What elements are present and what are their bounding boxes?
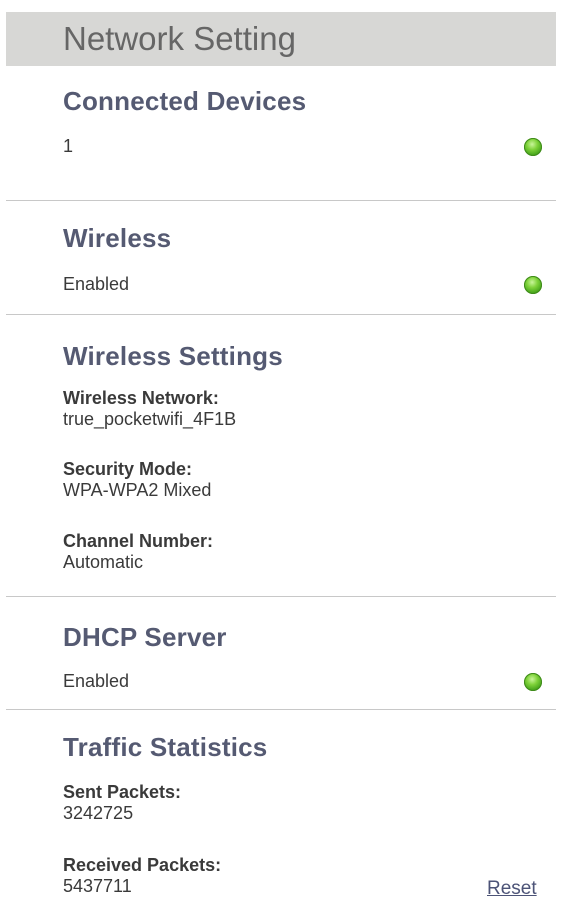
security-mode-field: Security Mode: WPA-WPA2 Mixed bbox=[63, 459, 211, 501]
traffic-statistics-section: Traffic Statistics Sent Packets: 3242725… bbox=[6, 710, 556, 906]
wireless-network-field: Wireless Network: true_pocketwifi_4F1B bbox=[63, 388, 236, 430]
wireless-network-value: true_pocketwifi_4F1B bbox=[63, 409, 237, 429]
security-mode-label: Security Mode: bbox=[63, 459, 193, 479]
sent-packets-label: Sent Packets: bbox=[63, 782, 182, 802]
wireless-settings-section: Wireless Settings Wireless Network: true… bbox=[6, 315, 556, 597]
header-bar: Network Setting bbox=[6, 12, 556, 66]
received-packets-label: Received Packets: bbox=[63, 855, 222, 875]
wireless-title: Wireless bbox=[63, 223, 172, 253]
security-mode-value: WPA-WPA2 Mixed bbox=[63, 480, 212, 500]
channel-number-label: Channel Number: bbox=[63, 531, 214, 551]
dhcp-server-status-icon bbox=[524, 673, 542, 691]
channel-number-field: Channel Number: Automatic bbox=[63, 531, 213, 573]
sent-packets-value: 3242725 bbox=[63, 803, 134, 823]
connected-devices-status-icon bbox=[524, 138, 542, 156]
connected-devices-section: Connected Devices 1 bbox=[6, 66, 556, 201]
connected-devices-title: Connected Devices bbox=[63, 86, 307, 116]
wireless-status-icon bbox=[524, 276, 542, 294]
received-packets-value: 5437711 bbox=[63, 876, 132, 896]
wireless-network-label: Wireless Network: bbox=[63, 388, 219, 408]
reset-link[interactable]: Reset bbox=[487, 878, 537, 900]
traffic-statistics-title: Traffic Statistics bbox=[63, 732, 268, 762]
sent-packets-field: Sent Packets: 3242725 bbox=[63, 782, 181, 824]
dhcp-server-title: DHCP Server bbox=[63, 622, 227, 652]
network-setting-page: Network Setting Connected Devices 1 Wire… bbox=[0, 12, 562, 921]
channel-number-value: Automatic bbox=[63, 552, 144, 572]
wireless-section: Wireless Enabled bbox=[6, 201, 556, 315]
page-title: Network Setting bbox=[63, 20, 296, 57]
wireless-settings-title: Wireless Settings bbox=[63, 341, 283, 371]
connected-devices-count: 1 bbox=[63, 136, 74, 156]
dhcp-server-section: DHCP Server Enabled bbox=[6, 597, 556, 710]
wireless-status: Enabled bbox=[63, 274, 130, 294]
dhcp-server-status: Enabled bbox=[63, 671, 130, 691]
received-packets-field: Received Packets: 5437711 bbox=[63, 855, 221, 897]
